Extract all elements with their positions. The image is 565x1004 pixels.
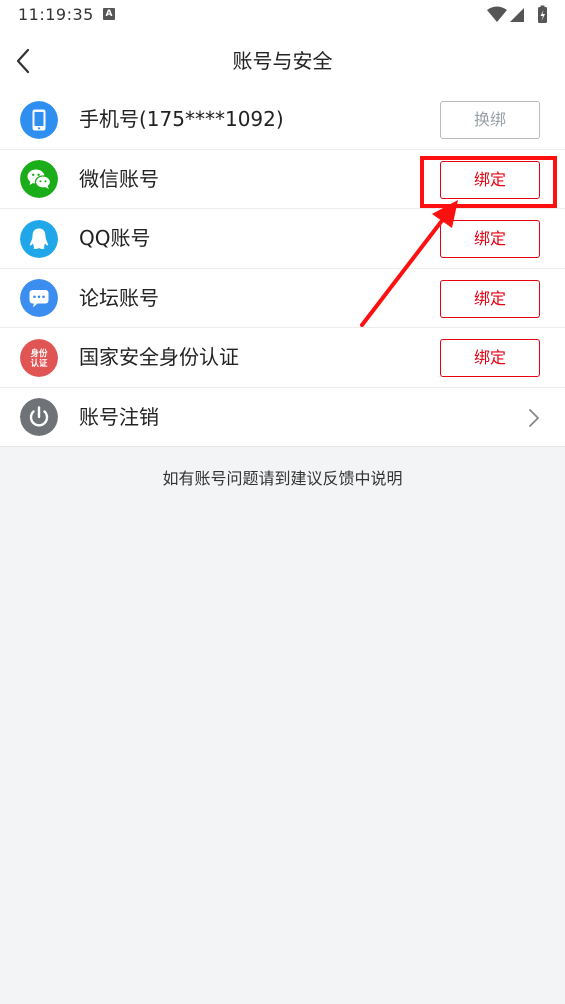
wifi-icon: [487, 6, 507, 22]
bind-qq-button[interactable]: 绑定: [440, 220, 540, 258]
account-list: 手机号(175****1092) 换绑 微信账号 绑定 QQ账号 绑定 论坛账号…: [0, 90, 565, 447]
status-time: 11:19:35: [18, 5, 94, 24]
notification-badge-icon: A: [103, 8, 115, 20]
wechat-label: 微信账号: [79, 166, 159, 191]
status-indicators: [487, 5, 547, 23]
qq-label: QQ账号: [79, 226, 151, 250]
bind-wechat-button[interactable]: 绑定: [440, 160, 540, 199]
identity-icon-text-top: 身份: [29, 348, 48, 359]
help-note: 如有账号问题请到建议反馈中说明: [162, 469, 403, 488]
rebind-phone-button[interactable]: 换绑: [440, 101, 540, 139]
list-item-identity: 身份 认证 国家安全身份认证 绑定: [0, 328, 565, 388]
status-bar: 11:19:35 A: [0, 0, 565, 32]
app-header: 账号与安全: [0, 32, 565, 90]
identity-icon-text-bottom: 认证: [30, 358, 48, 369]
bind-forum-button[interactable]: 绑定: [440, 279, 540, 318]
list-item-qq: QQ账号 绑定: [0, 209, 565, 269]
battery-icon: [538, 5, 547, 23]
phone-label: 手机号(175****1092): [79, 107, 284, 131]
power-icon: [20, 398, 58, 436]
identity-label: 国家安全身份认证: [79, 345, 239, 369]
identity-icon: 身份 认证: [20, 338, 58, 377]
deactivate-label: 账号注销: [79, 404, 159, 429]
list-item-phone: 手机号(175****1092) 换绑: [0, 90, 565, 150]
list-item-deactivate[interactable]: 账号注销: [0, 387, 565, 447]
qq-icon: [20, 219, 58, 258]
page-title: 账号与安全: [232, 49, 333, 73]
signal-icon: [510, 8, 524, 22]
list-item-forum: 论坛账号 绑定: [0, 268, 565, 328]
forum-label: 论坛账号: [79, 285, 159, 310]
back-arrow-icon[interactable]: [8, 44, 42, 78]
forum-icon: [20, 279, 58, 317]
phone-icon: [20, 100, 58, 139]
bind-identity-button[interactable]: 绑定: [440, 339, 540, 377]
wechat-icon: [20, 160, 58, 198]
list-item-wechat: 微信账号 绑定: [0, 149, 565, 209]
chevron-right-icon: [529, 408, 539, 427]
